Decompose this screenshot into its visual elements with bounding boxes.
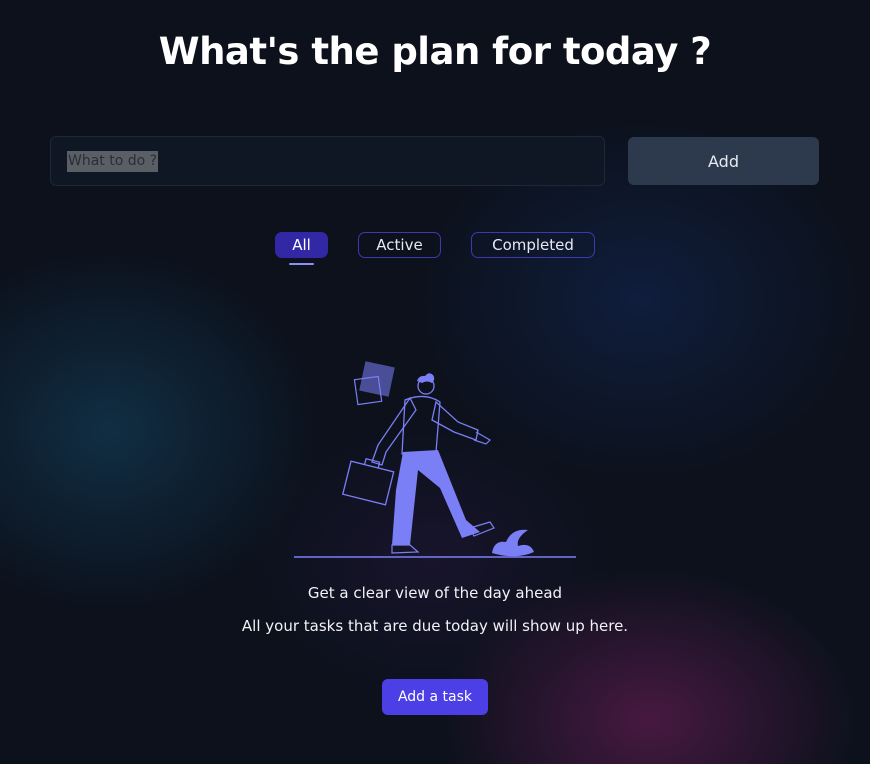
tab-completed[interactable]: Completed [471, 232, 595, 258]
task-input[interactable] [50, 136, 605, 186]
empty-state-subtext: All your tasks that are due today will s… [241, 617, 629, 635]
empty-state-heading: Get a clear view of the day ahead [307, 584, 563, 602]
add-button[interactable]: Add [628, 137, 819, 185]
page-title: What's the plan for today ? [158, 30, 712, 73]
tab-active[interactable]: Active [358, 232, 441, 258]
tab-all[interactable]: All [275, 232, 328, 258]
tab-all-underline [289, 263, 314, 265]
add-task-button[interactable]: Add a task [382, 679, 488, 715]
person-walking-illustration [294, 361, 576, 558]
